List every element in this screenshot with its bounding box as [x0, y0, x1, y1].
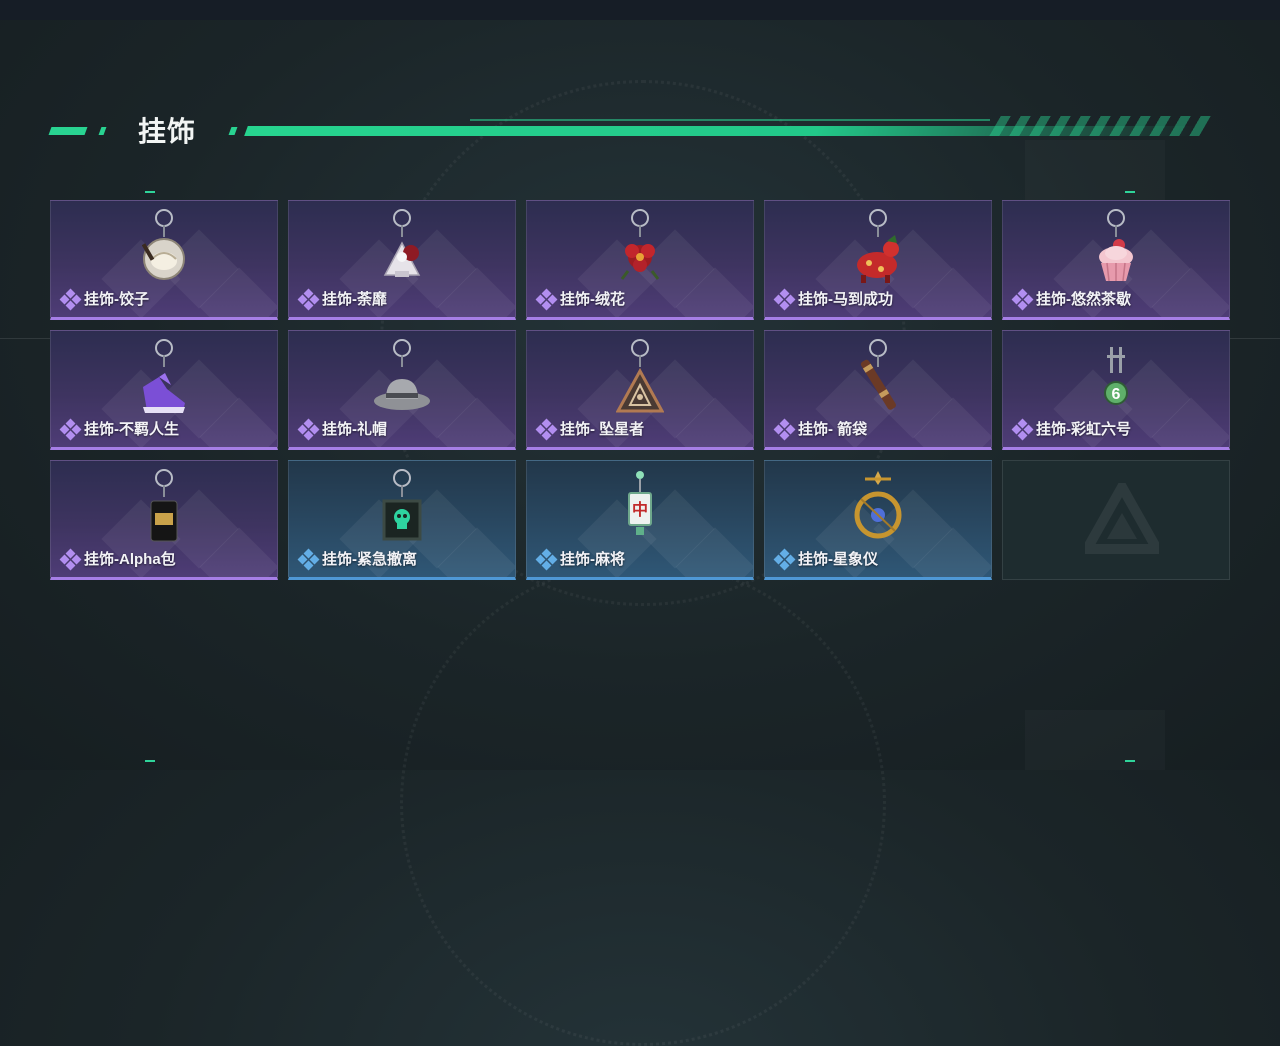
charm-card[interactable]: 中 挂饰-麻将 [526, 460, 754, 580]
charm-label: 挂饰-不羁人生 [59, 418, 179, 440]
dumpling-charm-icon [142, 238, 185, 280]
header-thin-line [470, 119, 990, 121]
charm-name: 挂饰-饺子 [84, 291, 149, 308]
charm-name: 挂饰-礼帽 [322, 421, 387, 438]
corner-mark [1125, 191, 1135, 193]
header-accent-bar [48, 127, 88, 135]
corner-mark [1125, 760, 1135, 762]
empty-slot [1002, 460, 1230, 580]
charm-card[interactable]: 挂饰-绒花 [526, 200, 754, 320]
charm-card[interactable]: 挂饰-不羁人生 [50, 330, 278, 450]
charm-card[interactable]: 挂饰-星象仪 [764, 460, 992, 580]
top-strip [0, 0, 1280, 20]
section-title: 挂饰 [138, 116, 197, 147]
svg-text:6: 6 [1112, 386, 1121, 403]
empty-slot-logo-icon [1085, 483, 1159, 554]
charm-label: 挂饰-麻将 [535, 548, 625, 570]
charm-label: 挂饰-悠然茶歇 [1011, 288, 1131, 310]
charm-label: 挂饰- 箭袋 [773, 418, 868, 440]
charm-card[interactable]: 挂饰-饺子 [50, 200, 278, 320]
flower-doll-charm-icon [383, 241, 421, 277]
rarity-icon [535, 418, 558, 440]
rarity-icon [535, 288, 558, 310]
rarity-icon [59, 548, 82, 570]
charm-name: 挂饰-紧急撤离 [322, 551, 417, 568]
triangle-emblem-charm-icon [616, 367, 664, 413]
charm-card[interactable]: 挂饰-礼帽 [288, 330, 516, 450]
charm-name: 挂饰-麻将 [560, 551, 625, 568]
charm-label: 挂饰-绒花 [535, 288, 625, 310]
chain-icon [163, 485, 165, 497]
charm-name: 挂饰- 箭袋 [798, 421, 868, 438]
rarity-icon [59, 288, 82, 310]
background-decor-block [1025, 710, 1165, 770]
alpha-bag-charm-icon [150, 500, 178, 542]
chain-icon [639, 355, 641, 367]
rarity-icon [59, 418, 82, 440]
charm-card[interactable]: 挂饰-紧急撤离 [288, 460, 516, 580]
header-accent-bar [98, 127, 107, 135]
rainbow-six-charm-icon: 6 [1104, 347, 1128, 405]
rarity-icon [773, 548, 796, 570]
section-header: 挂饰 [48, 108, 1211, 148]
charm-card[interactable]: 挂饰-悠然茶歇 [1002, 200, 1230, 320]
charm-name: 挂饰-荼靡 [322, 291, 387, 308]
charm-name: 挂饰-Alpha包 [84, 551, 176, 568]
astrolabe-charm-icon [854, 471, 902, 539]
rarity-icon [773, 288, 796, 310]
charm-label: 挂饰-星象仪 [773, 548, 878, 570]
charm-label: 挂饰- 坠星者 [535, 418, 645, 440]
charm-name: 挂饰-马到成功 [798, 291, 893, 308]
charm-card[interactable]: 挂饰- 箭袋 [764, 330, 992, 450]
rarity-icon [297, 418, 320, 440]
chain-icon [639, 225, 641, 237]
charm-name: 挂饰-不羁人生 [84, 421, 179, 438]
left-side-line [0, 338, 50, 339]
charm-label: 挂饰-荼靡 [297, 288, 387, 310]
rarity-icon [297, 288, 320, 310]
horse-charm-icon [857, 235, 899, 283]
rarity-icon [1011, 418, 1034, 440]
charm-label: 挂饰-马到成功 [773, 288, 893, 310]
header-checker-pattern [989, 116, 1211, 136]
hat-charm-icon [374, 379, 430, 410]
evac-skull-charm-icon [382, 499, 422, 541]
charm-card[interactable]: 6 挂饰-彩虹六号 [1002, 330, 1230, 450]
background-decor-ring [400, 560, 886, 1046]
svg-text:中: 中 [632, 500, 648, 519]
corner-mark [145, 760, 155, 762]
charm-label: 挂饰-礼帽 [297, 418, 387, 440]
charm-card[interactable]: 挂饰-荼靡 [288, 200, 516, 320]
charm-label: 挂饰-饺子 [59, 288, 149, 310]
sneaker-charm-icon [143, 373, 185, 413]
chain-icon [401, 355, 403, 367]
header-accent-bar [228, 127, 238, 135]
red-flower-charm-icon [620, 244, 660, 280]
rarity-icon [297, 548, 320, 570]
right-side-line [1230, 338, 1280, 339]
charm-name: 挂饰-彩虹六号 [1036, 421, 1131, 438]
charm-label: 挂饰-Alpha包 [59, 548, 176, 570]
charm-label: 挂饰-紧急撤离 [297, 548, 417, 570]
charm-card[interactable]: 挂饰-马到成功 [764, 200, 992, 320]
charm-name: 挂饰-星象仪 [798, 551, 878, 568]
rarity-icon [535, 548, 558, 570]
chain-icon [163, 355, 165, 367]
rarity-icon [1011, 288, 1034, 310]
cupcake-charm-icon [1099, 239, 1133, 282]
rarity-icon [773, 418, 796, 440]
charm-label: 挂饰-彩虹六号 [1011, 418, 1131, 440]
charm-name: 挂饰- 坠星者 [560, 421, 645, 438]
charm-card[interactable]: 挂饰- 坠星者 [526, 330, 754, 450]
quiver-charm-icon [860, 359, 896, 410]
corner-mark [145, 191, 155, 193]
charm-grid: 挂饰-饺子 挂饰-荼靡 挂饰-绒花 挂饰-马到成功 挂饰-悠然茶歇 挂饰-不羁人… [50, 200, 1230, 580]
charm-name: 挂饰-悠然茶歇 [1036, 291, 1131, 308]
chain-icon [401, 485, 403, 497]
charm-name: 挂饰-绒花 [560, 291, 625, 308]
mahjong-tile-charm-icon: 中 [628, 471, 652, 535]
charm-card[interactable]: 挂饰-Alpha包 [50, 460, 278, 580]
